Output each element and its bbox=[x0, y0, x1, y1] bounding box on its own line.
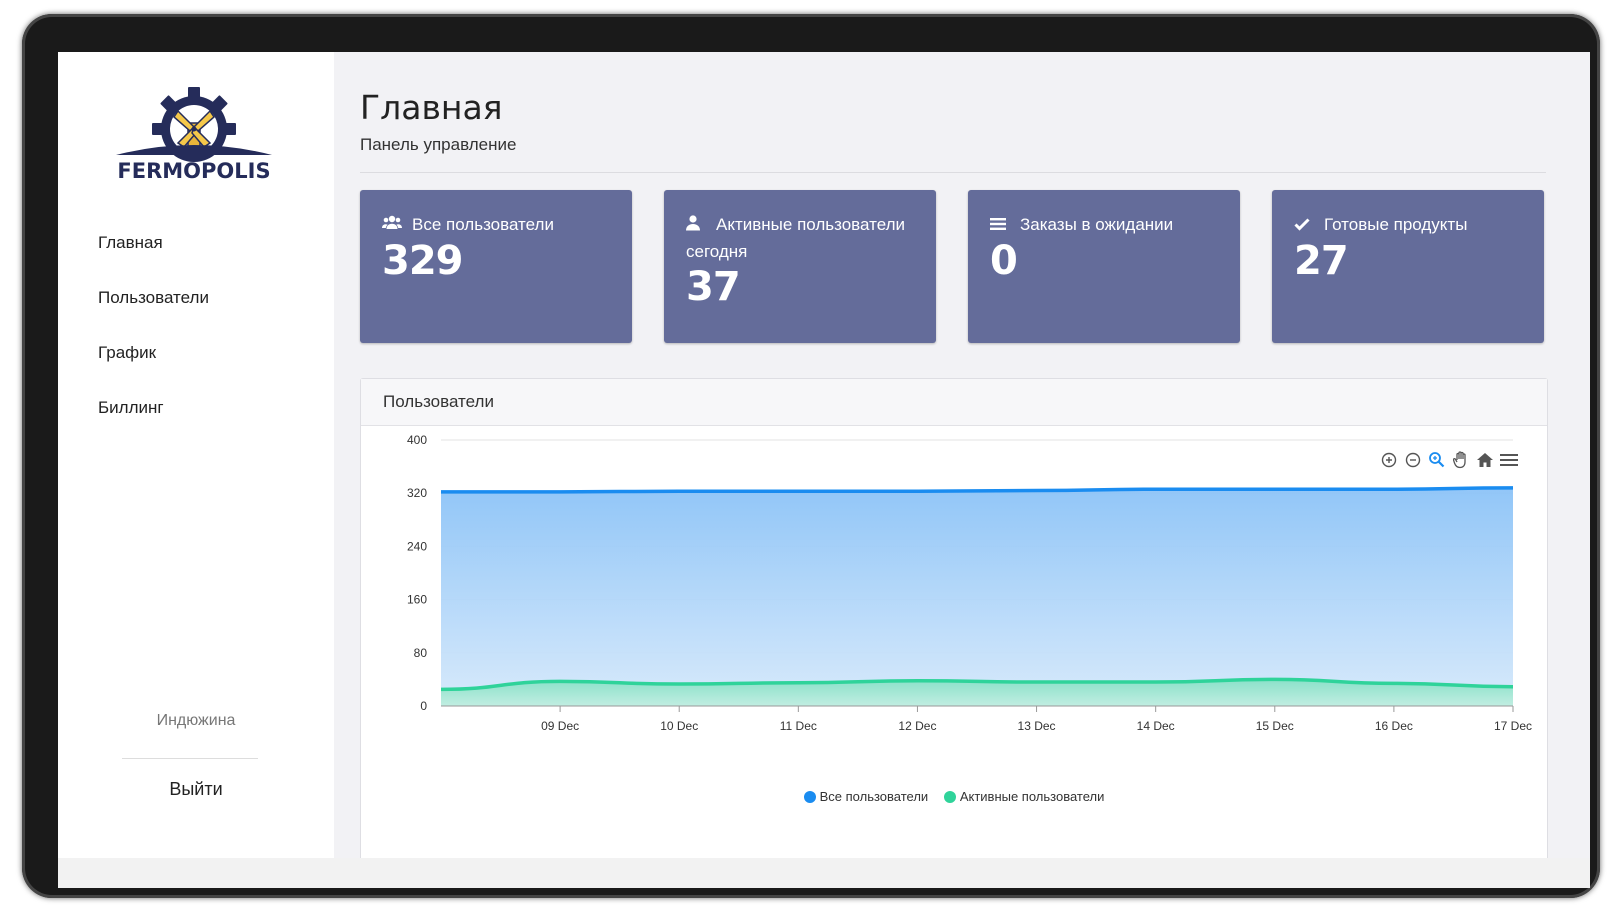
x-tick-label: 17 Dec bbox=[1494, 719, 1532, 733]
stat-card-all-users: Все пользователи 329 bbox=[360, 190, 632, 343]
x-tick-label: 11 Dec bbox=[780, 719, 817, 733]
x-tick-label: 16 Dec bbox=[1375, 719, 1413, 733]
y-tick-label: 240 bbox=[407, 539, 427, 553]
stat-card-label: Заказы в ожидании bbox=[990, 212, 1222, 239]
legend-item-active-users[interactable]: Активные пользователи bbox=[943, 789, 1105, 804]
panel-title: Пользователи bbox=[361, 379, 1547, 426]
logout-button[interactable]: Выйти bbox=[58, 779, 334, 800]
sidebar-item-users[interactable]: Пользователи bbox=[98, 283, 209, 338]
header-divider bbox=[360, 172, 1546, 173]
sidebar: FERMOPOLIS Главная Пользователи График Б… bbox=[58, 52, 334, 858]
x-tick-label: 13 Dec bbox=[1018, 719, 1056, 733]
stat-card-label: Все пользователи bbox=[382, 212, 614, 239]
series-all-users-area bbox=[441, 487, 1513, 706]
sidebar-item-chart[interactable]: График bbox=[98, 338, 209, 393]
check-icon bbox=[1294, 213, 1316, 239]
stat-value: 37 bbox=[686, 264, 741, 310]
windmill-gear-icon bbox=[116, 87, 272, 162]
stat-value: 329 bbox=[382, 238, 463, 284]
stat-label-text: Активные пользователи сегодня bbox=[686, 215, 906, 261]
page-title: Главная bbox=[360, 88, 503, 127]
x-tick-label: 12 Dec bbox=[898, 719, 936, 733]
user-icon bbox=[686, 213, 708, 239]
legend-marker bbox=[943, 790, 956, 803]
legend-label: Активные пользователи bbox=[959, 789, 1105, 804]
legend-item-all-users[interactable]: Все пользователи bbox=[803, 789, 929, 804]
y-tick-label: 400 bbox=[407, 433, 427, 447]
y-tick-label: 0 bbox=[420, 699, 427, 713]
sidebar-divider bbox=[122, 758, 258, 759]
stat-card-active-users: Активные пользователи сегодня 37 bbox=[664, 190, 936, 343]
brand-name: FERMOPOLIS bbox=[117, 159, 271, 183]
user-name: Индюжина bbox=[156, 712, 236, 729]
x-tick-label: 09 Dec bbox=[541, 719, 579, 733]
users-icon bbox=[382, 213, 404, 239]
page-subtitle: Панель управление bbox=[360, 135, 517, 154]
x-tick-label: 15 Dec bbox=[1256, 719, 1294, 733]
stat-card-pending-orders: Заказы в ожидании 0 bbox=[968, 190, 1240, 343]
bottom-strip bbox=[58, 856, 1590, 888]
stat-card-label: Готовые продукты bbox=[1294, 212, 1526, 239]
list-icon bbox=[990, 213, 1012, 239]
sidebar-item-home[interactable]: Главная bbox=[98, 228, 209, 283]
y-tick-label: 320 bbox=[407, 486, 427, 500]
legend-label: Все пользователи bbox=[819, 789, 929, 804]
users-area-chart: 0 80 160 240 320 400 09 Dec 10 Dec 11 Dec 12 Dec 1… bbox=[407, 433, 1532, 733]
y-tick-label: 80 bbox=[414, 646, 428, 660]
x-tick-label: 14 Dec bbox=[1137, 719, 1175, 733]
stat-label-text: Все пользователи bbox=[412, 215, 554, 234]
stat-card-label: Активные пользователи сегодня bbox=[686, 212, 918, 265]
chart-legend: Все пользователи Активные пользователи bbox=[361, 789, 1547, 806]
stat-card-ready-products: Готовые продукты 27 bbox=[1272, 190, 1544, 343]
legend-marker bbox=[803, 790, 816, 803]
sidebar-item-billing[interactable]: Биллинг bbox=[98, 393, 209, 448]
stat-label-text: Заказы в ожидании bbox=[1020, 215, 1174, 234]
stat-value: 0 bbox=[990, 238, 1018, 284]
stat-label-text: Готовые продукты bbox=[1324, 215, 1468, 234]
x-tick-label: 10 Dec bbox=[660, 719, 698, 733]
users-chart-panel: Пользователи 0 80 160 240 320 400 09 Dec… bbox=[360, 378, 1548, 858]
brand-logo[interactable]: FERMOPOLIS bbox=[114, 87, 274, 187]
y-tick-label: 160 bbox=[407, 593, 427, 607]
sidebar-nav: Главная Пользователи График Биллинг bbox=[98, 228, 209, 448]
stat-value: 27 bbox=[1294, 238, 1349, 284]
app-screen: FERMOPOLIS Главная Пользователи График Б… bbox=[58, 52, 1590, 858]
